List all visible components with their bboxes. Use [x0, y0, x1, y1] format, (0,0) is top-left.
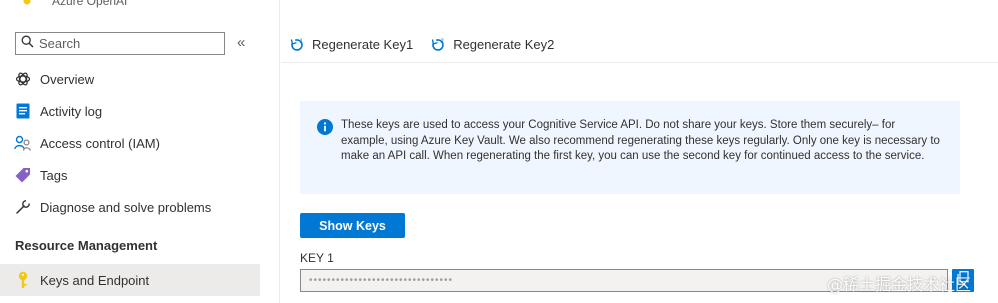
sidebar-item-diagnose[interactable]: Diagnose and solve problems	[0, 191, 260, 223]
regenerate-key2-label: Regenerate Key2	[453, 37, 555, 52]
key1-field[interactable]	[300, 269, 948, 292]
regenerate-key1-button[interactable]: 1 Regenerate Key1	[288, 36, 413, 54]
info-message-bar: These keys are used to access your Cogni…	[300, 101, 960, 194]
sidebar-item-access-control[interactable]: Access control (IAM)	[0, 127, 260, 159]
search-icon	[21, 35, 34, 53]
svg-text:2: 2	[441, 39, 445, 45]
info-text: These keys are used to access your Cogni…	[341, 119, 940, 162]
tag-icon	[14, 166, 32, 184]
sidebar-item-label: Keys and Endpoint	[40, 272, 150, 288]
resource-type-label: Azure OpenAI	[52, 0, 128, 8]
key1-label: KEY 1	[300, 251, 334, 265]
svg-text:1: 1	[300, 39, 304, 45]
sidebar: Azure OpenAI « Overview Activity log	[0, 0, 280, 303]
people-icon	[14, 134, 32, 152]
regenerate-key2-button[interactable]: 2 Regenerate Key2	[429, 36, 554, 54]
key-icon	[14, 271, 32, 289]
sidebar-item-label: Tags	[40, 167, 68, 183]
collapse-menu-icon[interactable]: «	[237, 34, 245, 51]
sidebar-item-overview[interactable]: Overview	[0, 63, 260, 95]
refresh-1-icon: 1	[288, 36, 306, 54]
search-box[interactable]	[15, 32, 225, 55]
openai-icon	[14, 70, 32, 88]
refresh-2-icon: 2	[429, 36, 447, 54]
wrench-icon	[14, 198, 32, 216]
sidebar-item-label: Access control (IAM)	[40, 135, 160, 151]
regenerate-key1-label: Regenerate Key1	[312, 37, 414, 52]
copy-key1-button[interactable]	[952, 269, 974, 292]
sidebar-item-tags[interactable]: Tags	[0, 159, 260, 191]
search-input[interactable]	[39, 36, 209, 51]
sidebar-item-keys-and-endpoint[interactable]: Keys and Endpoint	[0, 264, 260, 296]
sidebar-item-label: Activity log	[40, 103, 103, 119]
sidebar-item-label: Overview	[40, 71, 95, 87]
sidebar-item-activity-log[interactable]: Activity log	[0, 95, 260, 127]
sidebar-item-label: Diagnose and solve problems	[40, 199, 212, 215]
show-keys-button[interactable]: Show Keys	[300, 213, 405, 238]
info-icon	[317, 119, 333, 135]
command-bar: 1 Regenerate Key1 2 Regenerate Key2	[281, 27, 998, 63]
copy-icon	[957, 271, 969, 290]
resource-key-icon	[22, 0, 32, 12]
section-header-resource-management: Resource Management	[15, 238, 158, 253]
activity-log-icon	[14, 102, 32, 120]
